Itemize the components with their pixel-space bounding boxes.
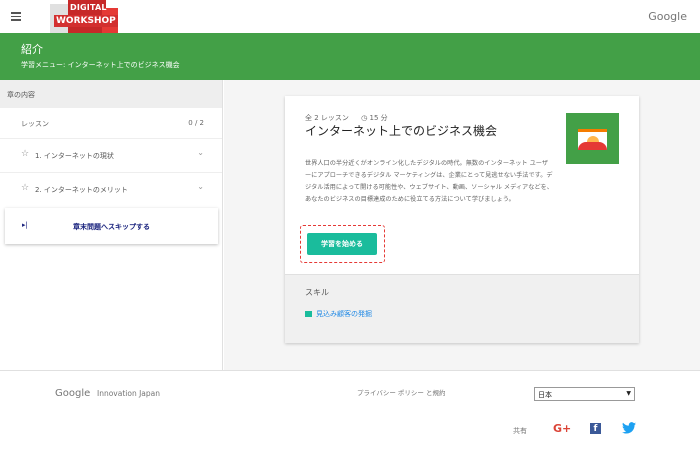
skip-label: 章末問題へスキップする — [73, 223, 150, 231]
course-title: インターネット上でのビジネス機会 — [305, 124, 498, 138]
star-icon: ☆ — [21, 183, 30, 193]
logo-line1: DIGITAL — [70, 3, 107, 12]
lesson-count: 全 2 レッスン — [305, 114, 349, 122]
chapter-sidebar: 章の内容 レッスン 0 / 2 ☆ 1. インターネットの現状 ⌄ ☆ 2. イ… — [0, 80, 223, 370]
main-content: 全 2 レッスン ◷ 15 分 インターネット上でのビジネス機会 世界人口の半分… — [224, 80, 700, 370]
menu-icon[interactable] — [11, 12, 21, 21]
skills-heading: スキル — [305, 288, 329, 297]
course-meta: 全 2 レッスン ◷ 15 分 — [305, 113, 388, 123]
digital-workshop-logo[interactable]: DIGITAL WORKSHOP — [42, 0, 120, 33]
start-button-highlight: 学習を始める — [300, 225, 385, 263]
region-select[interactable]: 日本 ▼ — [534, 387, 635, 401]
course-card: 全 2 レッスン ◷ 15 分 インターネット上でのビジネス機会 世界人口の半分… — [285, 96, 639, 343]
start-learning-button[interactable]: 学習を始める — [307, 233, 377, 255]
skip-to-quiz-button[interactable]: ▸| 章末問題へスキップする — [5, 208, 218, 244]
share-label: 共有 — [513, 427, 527, 435]
course-thumbnail — [566, 113, 619, 164]
lesson-item-1[interactable]: ☆ 1. インターネットの現状 ⌄ — [0, 138, 222, 172]
lessons-progress: 0 / 2 — [188, 119, 204, 127]
breadcrumb[interactable]: 学習メニュー: インターネット上でのビジネス機会 — [21, 60, 180, 70]
logo-line2: WORKSHOP — [54, 15, 118, 27]
chevron-down-icon[interactable]: ⌄ — [197, 182, 204, 191]
privacy-link[interactable]: プライバシー ポリシー と規約 — [357, 389, 447, 398]
skills-section: スキル 見込み顧客の発掘 — [285, 274, 639, 343]
star-icon: ☆ — [21, 149, 30, 159]
lesson-item-2[interactable]: ☆ 2. インターネットのメリット ⌄ — [0, 172, 222, 206]
clock-icon: ◷ — [361, 114, 368, 122]
footer-google-logo[interactable]: Google — [55, 388, 90, 399]
chapter-heading: 章の内容 — [0, 80, 222, 108]
twitter-icon[interactable] — [622, 422, 636, 434]
duration: 15 分 — [369, 114, 388, 122]
skill-icon — [305, 311, 312, 317]
dropdown-arrow-icon: ▼ — [626, 390, 631, 397]
region-value: 日本 — [538, 391, 552, 399]
footer: Google Innovation Japan プライバシー ポリシー と規約 … — [0, 370, 700, 455]
lesson-label: 2. インターネットのメリット — [35, 186, 128, 194]
lessons-label: レッスン — [21, 120, 49, 128]
chevron-down-icon[interactable]: ⌄ — [197, 148, 204, 157]
course-description: 世界人口の半分近くがオンライン化したデジタルの時代。無数のインターネット ユーザ… — [305, 160, 553, 203]
top-bar: DIGITAL WORKSHOP Google — [0, 0, 700, 33]
page-title: 紹介 — [21, 43, 43, 56]
google-link[interactable]: Google — [648, 10, 687, 23]
lesson-label: 1. インターネットの現状 — [35, 152, 114, 160]
skill-label: 見込み顧客の発掘 — [316, 310, 372, 318]
skill-tag[interactable]: 見込み顧客の発掘 — [305, 309, 372, 319]
footer-org: Innovation Japan — [97, 389, 161, 398]
facebook-icon[interactable]: f — [590, 423, 601, 434]
page-header: 紹介 学習メニュー: インターネット上でのビジネス機会 — [0, 33, 700, 80]
lessons-summary: レッスン 0 / 2 — [0, 108, 222, 138]
google-plus-icon[interactable]: G+ — [553, 422, 571, 435]
